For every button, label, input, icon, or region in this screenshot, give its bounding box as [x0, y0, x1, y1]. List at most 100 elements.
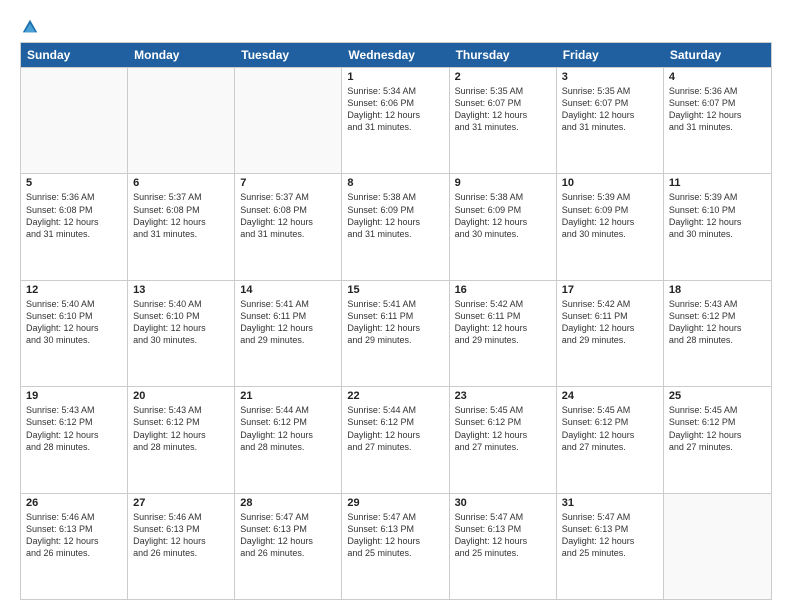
day-number: 28 [240, 497, 336, 509]
cell-text: Sunrise: 5:41 AM Sunset: 6:11 PM Dayligh… [347, 298, 443, 347]
calendar-cell: 25Sunrise: 5:45 AM Sunset: 6:12 PM Dayli… [664, 387, 771, 492]
weekday-header: Saturday [664, 43, 771, 67]
calendar-row: 19 Sunrise: 5:43 AM Sunset: 6:12 PM Dayli… [21, 386, 771, 492]
day-number: 6 [133, 177, 229, 189]
cell-text: Sunrise: 5:44 AM Sunset: 6:12 PM Dayligh… [240, 404, 336, 453]
calendar-header: SundayMondayTuesdayWednesdayThursdayFrid… [21, 43, 771, 67]
cell-text: Sunrise: 5:47 AM Sunset: 6:13 PM Dayligh… [347, 511, 443, 560]
calendar-cell: 15 Sunrise: 5:41 AM Sunset: 6:11 PM Dayli… [342, 281, 449, 386]
day-number: 15 [347, 284, 443, 296]
calendar-row: 1Sunrise: 5:34 AM Sunset: 6:06 PM Daylig… [21, 67, 771, 173]
calendar-cell: 28 Sunrise: 5:47 AM Sunset: 6:13 PM Dayli… [235, 494, 342, 599]
day-number: 20 [133, 390, 229, 402]
cell-text: Sunrise: 5:47 AM Sunset: 6:13 PM Dayligh… [562, 511, 658, 560]
weekday-header: Thursday [450, 43, 557, 67]
day-number: 29 [347, 497, 443, 509]
weekday-header: Tuesday [235, 43, 342, 67]
cell-text: Sunrise: 5:39 AM Sunset: 6:10 PM Dayligh… [669, 191, 766, 240]
calendar-cell: 24 Sunrise: 5:45 AM Sunset: 6:12 PM Dayli… [557, 387, 664, 492]
calendar-cell: 21 Sunrise: 5:44 AM Sunset: 6:12 PM Dayli… [235, 387, 342, 492]
weekday-header: Wednesday [342, 43, 449, 67]
day-number: 14 [240, 284, 336, 296]
calendar-cell [128, 68, 235, 173]
calendar-cell: 20 Sunrise: 5:43 AM Sunset: 6:12 PM Dayli… [128, 387, 235, 492]
calendar-cell: 27Sunrise: 5:46 AM Sunset: 6:13 PM Dayli… [128, 494, 235, 599]
cell-text: Sunrise: 5:36 AM Sunset: 6:07 PM Dayligh… [669, 85, 766, 134]
calendar-cell [21, 68, 128, 173]
cell-text: Sunrise: 5:41 AM Sunset: 6:11 PM Dayligh… [240, 298, 336, 347]
cell-text: Sunrise: 5:35 AM Sunset: 6:07 PM Dayligh… [562, 85, 658, 134]
calendar-cell: 18Sunrise: 5:43 AM Sunset: 6:12 PM Dayli… [664, 281, 771, 386]
cell-text: Sunrise: 5:40 AM Sunset: 6:10 PM Dayligh… [133, 298, 229, 347]
cell-text: Sunrise: 5:35 AM Sunset: 6:07 PM Dayligh… [455, 85, 551, 134]
cell-text: Sunrise: 5:36 AM Sunset: 6:08 PM Dayligh… [26, 191, 122, 240]
cell-text: Sunrise: 5:42 AM Sunset: 6:11 PM Dayligh… [455, 298, 551, 347]
day-number: 23 [455, 390, 551, 402]
weekday-header: Sunday [21, 43, 128, 67]
day-number: 27 [133, 497, 229, 509]
day-number: 22 [347, 390, 443, 402]
calendar-cell: 26 Sunrise: 5:46 AM Sunset: 6:13 PM Dayli… [21, 494, 128, 599]
day-number: 18 [669, 284, 766, 296]
calendar-cell: 3 Sunrise: 5:35 AM Sunset: 6:07 PM Daylig… [557, 68, 664, 173]
cell-text: Sunrise: 5:45 AM Sunset: 6:12 PM Dayligh… [455, 404, 551, 453]
weekday-header: Friday [557, 43, 664, 67]
cell-text: Sunrise: 5:47 AM Sunset: 6:13 PM Dayligh… [455, 511, 551, 560]
day-number: 12 [26, 284, 122, 296]
day-number: 31 [562, 497, 658, 509]
day-number: 17 [562, 284, 658, 296]
logo-text [20, 18, 40, 36]
cell-text: Sunrise: 5:45 AM Sunset: 6:12 PM Dayligh… [562, 404, 658, 453]
calendar-cell: 1Sunrise: 5:34 AM Sunset: 6:06 PM Daylig… [342, 68, 449, 173]
day-number: 26 [26, 497, 122, 509]
calendar: SundayMondayTuesdayWednesdayThursdayFrid… [20, 42, 772, 600]
calendar-cell: 31 Sunrise: 5:47 AM Sunset: 6:13 PM Dayli… [557, 494, 664, 599]
day-number: 10 [562, 177, 658, 189]
cell-text: Sunrise: 5:44 AM Sunset: 6:12 PM Dayligh… [347, 404, 443, 453]
calendar-cell: 4Sunrise: 5:36 AM Sunset: 6:07 PM Daylig… [664, 68, 771, 173]
calendar-cell: 19Sunrise: 5:43 AM Sunset: 6:12 PM Dayli… [21, 387, 128, 492]
calendar-cell: 14 Sunrise: 5:41 AM Sunset: 6:11 PM Dayli… [235, 281, 342, 386]
weekday-header: Monday [128, 43, 235, 67]
cell-text: Sunrise: 5:37 AM Sunset: 6:08 PM Dayligh… [133, 191, 229, 240]
calendar-body: 1Sunrise: 5:34 AM Sunset: 6:06 PM Daylig… [21, 67, 771, 599]
calendar-cell: 13Sunrise: 5:40 AM Sunset: 6:10 PM Dayli… [128, 281, 235, 386]
header [20, 18, 772, 32]
day-number: 3 [562, 71, 658, 83]
calendar-cell: 16 Sunrise: 5:42 AM Sunset: 6:11 PM Dayli… [450, 281, 557, 386]
page: SundayMondayTuesdayWednesdayThursdayFrid… [0, 0, 792, 612]
day-number: 24 [562, 390, 658, 402]
cell-text: Sunrise: 5:38 AM Sunset: 6:09 PM Dayligh… [347, 191, 443, 240]
calendar-cell: 2 Sunrise: 5:35 AM Sunset: 6:07 PM Daylig… [450, 68, 557, 173]
calendar-cell: 5 Sunrise: 5:36 AM Sunset: 6:08 PM Daylig… [21, 174, 128, 279]
calendar-row: 5 Sunrise: 5:36 AM Sunset: 6:08 PM Daylig… [21, 173, 771, 279]
calendar-cell: 10Sunrise: 5:39 AM Sunset: 6:09 PM Dayli… [557, 174, 664, 279]
cell-text: Sunrise: 5:37 AM Sunset: 6:08 PM Dayligh… [240, 191, 336, 240]
calendar-cell: 17 Sunrise: 5:42 AM Sunset: 6:11 PM Dayli… [557, 281, 664, 386]
cell-text: Sunrise: 5:38 AM Sunset: 6:09 PM Dayligh… [455, 191, 551, 240]
day-number: 9 [455, 177, 551, 189]
day-number: 1 [347, 71, 443, 83]
day-number: 16 [455, 284, 551, 296]
day-number: 25 [669, 390, 766, 402]
calendar-cell: 7 Sunrise: 5:37 AM Sunset: 6:08 PM Daylig… [235, 174, 342, 279]
cell-text: Sunrise: 5:43 AM Sunset: 6:12 PM Dayligh… [133, 404, 229, 453]
calendar-cell: 6 Sunrise: 5:37 AM Sunset: 6:08 PM Daylig… [128, 174, 235, 279]
calendar-cell: 12 Sunrise: 5:40 AM Sunset: 6:10 PM Dayli… [21, 281, 128, 386]
calendar-cell: 23 Sunrise: 5:45 AM Sunset: 6:12 PM Dayli… [450, 387, 557, 492]
day-number: 19 [26, 390, 122, 402]
calendar-cell: 30 Sunrise: 5:47 AM Sunset: 6:13 PM Dayli… [450, 494, 557, 599]
cell-text: Sunrise: 5:40 AM Sunset: 6:10 PM Dayligh… [26, 298, 122, 347]
calendar-cell: 11Sunrise: 5:39 AM Sunset: 6:10 PM Dayli… [664, 174, 771, 279]
day-number: 5 [26, 177, 122, 189]
day-number: 30 [455, 497, 551, 509]
day-number: 7 [240, 177, 336, 189]
calendar-cell: 9 Sunrise: 5:38 AM Sunset: 6:09 PM Daylig… [450, 174, 557, 279]
logo-icon [21, 18, 39, 36]
logo [20, 18, 40, 32]
cell-text: Sunrise: 5:47 AM Sunset: 6:13 PM Dayligh… [240, 511, 336, 560]
cell-text: Sunrise: 5:46 AM Sunset: 6:13 PM Dayligh… [26, 511, 122, 560]
day-number: 2 [455, 71, 551, 83]
cell-text: Sunrise: 5:42 AM Sunset: 6:11 PM Dayligh… [562, 298, 658, 347]
day-number: 21 [240, 390, 336, 402]
